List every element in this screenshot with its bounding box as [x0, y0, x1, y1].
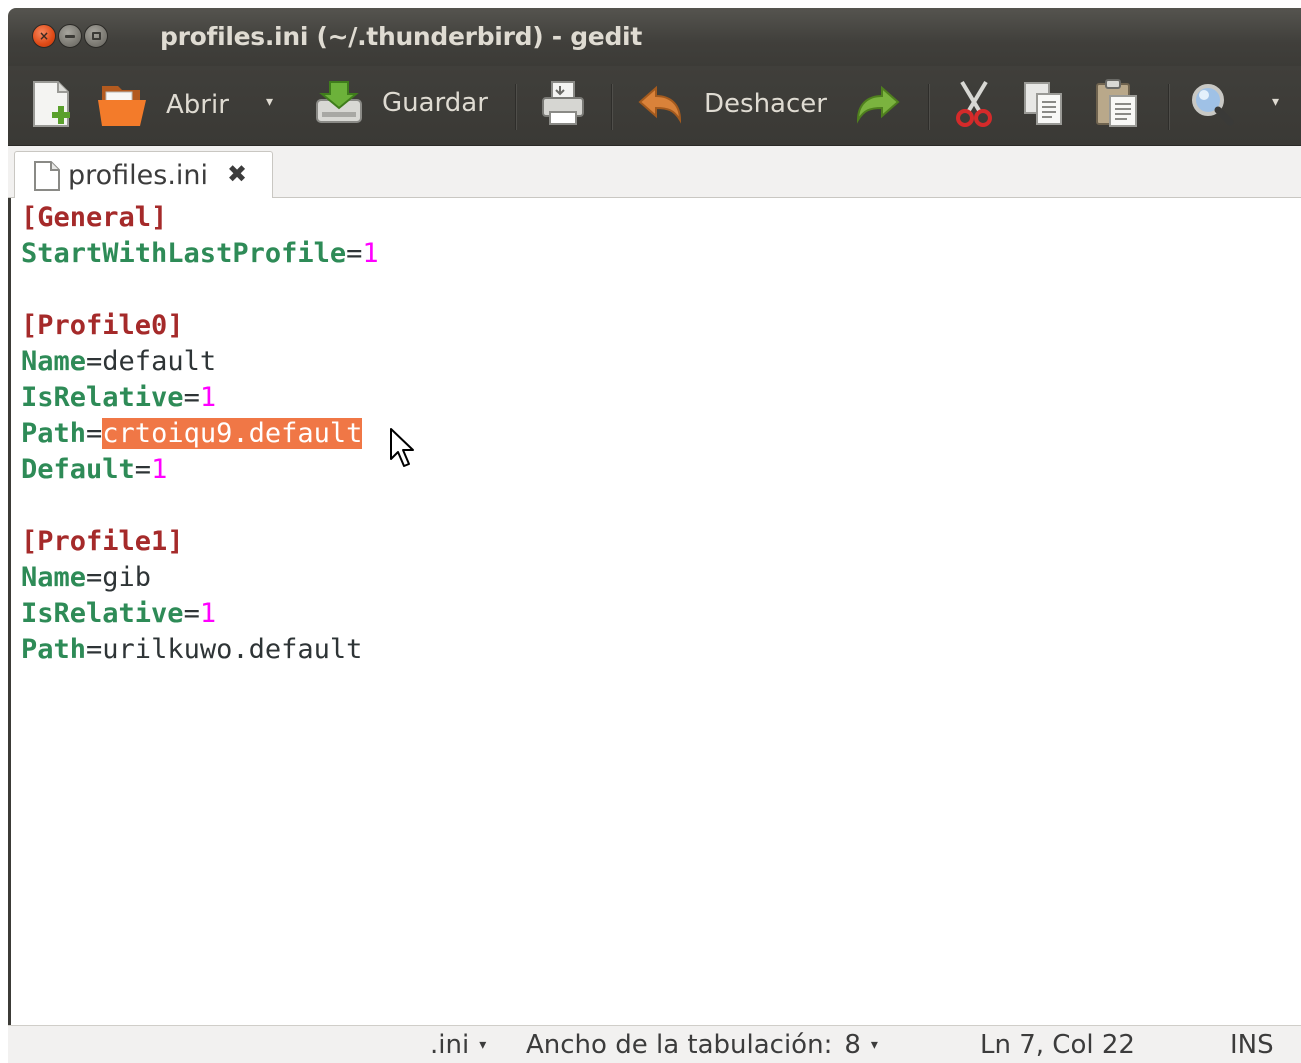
code-line: IsRelative=1 [21, 380, 216, 416]
toolbar-separator [515, 84, 516, 130]
section-header: [General] [21, 202, 168, 233]
code-line: Path=urilkuwo.default [21, 632, 362, 668]
save-label: Guardar [382, 88, 488, 118]
ini-key: Name [21, 562, 87, 593]
open-recent-dropdown[interactable]: ▾ [266, 94, 273, 110]
tab-profiles-ini[interactable]: profiles.ini ✖ [14, 151, 273, 199]
close-icon: × [38, 29, 50, 43]
maximize-window-button[interactable] [84, 24, 108, 48]
toolbar-separator [1168, 84, 1169, 130]
open-label: Abrir [166, 90, 229, 120]
ini-key: Path [21, 634, 87, 665]
code-line: StartWithLastProfile=1 [21, 236, 379, 272]
code-line: [General] [21, 200, 167, 236]
status-bar: .ini ▾ Ancho de la tabulación: 8 ▾ Ln 7,… [8, 1025, 1301, 1063]
ini-value: 1 [151, 454, 168, 485]
title-bar: × profiles.ini (~/.thunderbird) - gedit [8, 8, 1301, 66]
undo-label: Deshacer [704, 89, 827, 119]
equals-sign: = [134, 454, 152, 485]
chevron-down-icon: ▾ [266, 94, 274, 110]
language-selector[interactable]: .ini ▾ [430, 1030, 486, 1060]
mouse-pointer-icon [390, 428, 414, 467]
ini-value: gib [102, 562, 152, 593]
language-label: .ini [430, 1030, 470, 1060]
tab-width-label: Ancho de la tabulación: [526, 1030, 833, 1060]
ini-key: Default [21, 454, 135, 485]
cursor-position: Ln 7, Col 22 [980, 1030, 1135, 1060]
equals-sign: = [183, 598, 200, 629]
code-line: IsRelative=1 [21, 596, 216, 632]
code-line: Default=1 [21, 452, 167, 488]
ini-key: Path [21, 418, 87, 449]
copy-button[interactable] [1022, 80, 1066, 128]
print-button[interactable] [540, 80, 586, 128]
chevron-down-icon: ▾ [479, 1037, 487, 1053]
ini-key: IsRelative [21, 598, 184, 629]
toolbar-overflow-dropdown[interactable]: ▾ [1272, 94, 1279, 110]
ini-key: StartWithLastProfile [21, 238, 347, 269]
ini-key: IsRelative [21, 382, 184, 413]
insert-mode-label: INS [1230, 1030, 1274, 1060]
equals-sign: = [86, 418, 103, 449]
equals-sign: = [86, 562, 103, 593]
tab-width-value: 8 [844, 1030, 861, 1060]
new-document-icon [33, 81, 70, 127]
text-file-icon [34, 161, 60, 191]
new-document-button[interactable] [30, 80, 74, 130]
section-header: [Profile1] [21, 526, 184, 557]
window-title: profiles.ini (~/.thunderbird) - gedit [160, 22, 642, 51]
paste-button[interactable] [1094, 78, 1140, 128]
save-button[interactable]: Guardar [314, 78, 488, 128]
scissors-icon [956, 80, 992, 127]
ini-value: urilkuwo.default [102, 634, 363, 665]
paste-icon [1096, 79, 1137, 127]
open-button[interactable]: Abrir [96, 80, 229, 130]
open-folder-icon [98, 86, 146, 126]
ini-value: 1 [199, 382, 217, 413]
search-button[interactable] [1188, 80, 1236, 128]
equals-sign: = [346, 238, 363, 269]
save-icon [316, 81, 362, 123]
cut-button[interactable] [954, 80, 994, 128]
minimize-window-button[interactable] [58, 24, 82, 48]
selected-text[interactable]: crtoiqu9.default [102, 418, 363, 449]
tab-label: profiles.ini [68, 160, 209, 191]
code-line: Name=default [21, 344, 216, 380]
ini-value: 1 [362, 238, 379, 269]
maximize-icon [91, 32, 101, 40]
redo-icon [856, 85, 900, 124]
code-line: Name=gib [21, 560, 151, 596]
close-window-button[interactable]: × [32, 24, 56, 48]
copy-icon [1024, 82, 1062, 125]
code-line: Path=crtoiqu9.default [21, 416, 363, 452]
redo-button[interactable] [854, 84, 902, 124]
tab-close-icon[interactable]: ✖ [227, 160, 247, 188]
code-line: [Profile0] [21, 308, 184, 344]
toolbar: Abrir ▾ Guardar Deshacer ▾ [8, 66, 1301, 146]
section-header: [Profile0] [21, 310, 184, 341]
ini-key: Name [21, 346, 87, 377]
equals-sign: = [86, 346, 103, 377]
magnifier-icon [1192, 84, 1234, 126]
chevron-down-icon: ▾ [870, 1037, 878, 1053]
equals-sign: = [86, 634, 103, 665]
minimize-icon [65, 34, 75, 38]
printer-icon [542, 81, 584, 125]
undo-button[interactable]: Deshacer [636, 84, 827, 124]
equals-sign: = [183, 382, 200, 413]
code-line: [Profile1] [21, 524, 184, 560]
insert-mode: INS [1230, 1030, 1274, 1060]
chevron-down-icon: ▾ [1272, 94, 1280, 110]
tab-width-selector[interactable]: Ancho de la tabulación: 8 ▾ [526, 1030, 878, 1060]
tab-strip: profiles.ini ✖ [8, 146, 1301, 199]
ini-value: default [102, 346, 217, 377]
ini-value: 1 [199, 598, 217, 629]
text-editor[interactable]: [General] StartWithLastProfile=1 [Profil… [8, 198, 1301, 1025]
toolbar-separator [611, 84, 612, 130]
cursor-position-label: Ln 7, Col 22 [980, 1030, 1135, 1060]
toolbar-separator [928, 84, 929, 130]
undo-arrow-icon [638, 85, 682, 124]
